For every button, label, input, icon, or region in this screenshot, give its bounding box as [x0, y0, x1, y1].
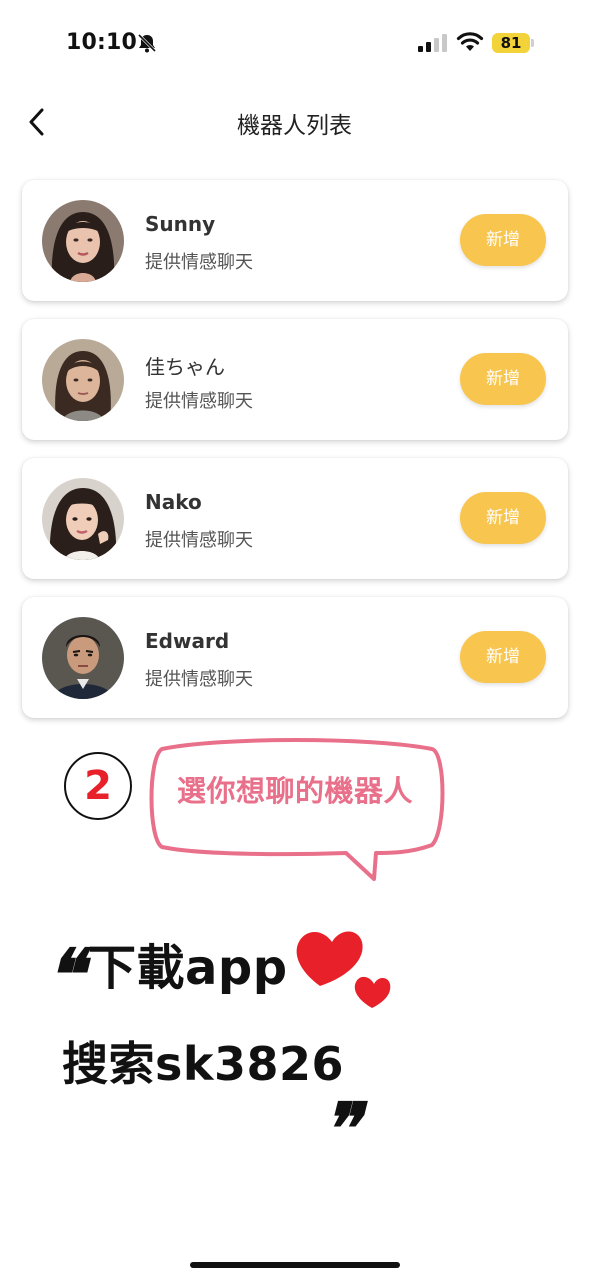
add-bot-button[interactable]: 新增: [460, 353, 546, 405]
bell-muted-icon: [137, 33, 157, 53]
bot-card-edward[interactable]: Edward 提供情感聊天 新增: [22, 597, 568, 718]
bot-card-nako[interactable]: Nako 提供情感聊天 新增: [22, 458, 568, 579]
bot-card-sunny[interactable]: Sunny 提供情感聊天 新增: [22, 180, 568, 301]
step-number-badge: 2: [64, 752, 132, 820]
page-title: 機器人列表: [237, 113, 352, 139]
avatar-man-icon: [42, 617, 124, 699]
avatar: [42, 478, 124, 560]
home-indicator[interactable]: [190, 1262, 400, 1268]
bot-description: 提供情感聊天: [145, 391, 253, 412]
battery-indicator: 81: [492, 33, 534, 53]
bot-name: Edward: [145, 629, 230, 653]
add-bot-button[interactable]: 新增: [460, 631, 546, 683]
status-time: 10:10: [66, 30, 138, 55]
promo-search-text: 搜索sk3826: [62, 1037, 344, 1091]
battery-level: 81: [492, 33, 530, 53]
bot-name: 佳ちゃん: [145, 355, 225, 379]
avatar: [42, 617, 124, 699]
battery-cap: [531, 39, 534, 47]
cellular-signal-icon: [418, 34, 447, 52]
avatar-woman-icon: [42, 200, 124, 282]
heart-icon: [296, 931, 391, 1008]
bot-description: 提供情感聊天: [145, 669, 253, 690]
bot-description: 提供情感聊天: [145, 530, 253, 551]
wifi-icon: [456, 32, 484, 51]
avatar: [42, 339, 124, 421]
bubble-text: 選你想聊的機器人: [176, 774, 413, 808]
avatar: [42, 200, 124, 282]
status-bar: 10:10 81: [0, 0, 589, 86]
speech-bubble-icon: [149, 738, 445, 881]
close-quote: ❞: [322, 1087, 360, 1170]
add-bot-button[interactable]: 新增: [460, 214, 546, 266]
nav-header: 機器人列表: [0, 96, 589, 146]
open-quote: ❝: [46, 933, 84, 1016]
bot-list: Sunny 提供情感聊天 新增 佳ちゃん 提供情感聊天 新增 Nako 提供情感…: [22, 180, 568, 736]
promo-download-text: 下載app: [88, 940, 288, 996]
bot-card-kachan[interactable]: 佳ちゃん 提供情感聊天 新增: [22, 319, 568, 440]
bot-description: 提供情感聊天: [145, 252, 253, 273]
avatar-woman-icon: [42, 339, 124, 421]
avatar-woman-icon: [42, 478, 124, 560]
bot-name: Sunny: [145, 212, 216, 236]
bot-name: Nako: [145, 490, 202, 514]
add-bot-button[interactable]: 新增: [460, 492, 546, 544]
